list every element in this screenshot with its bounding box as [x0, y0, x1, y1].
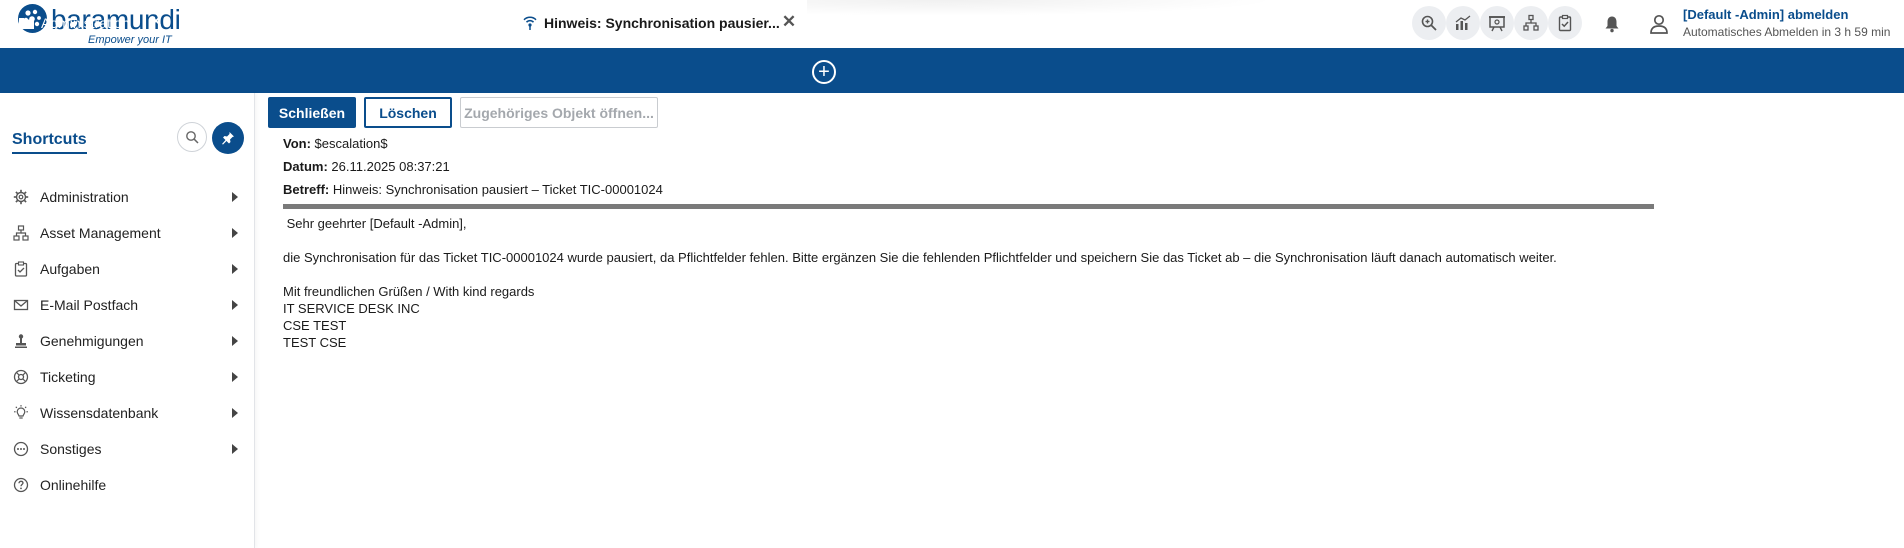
org-chart-icon[interactable] — [1514, 6, 1548, 40]
header-tool-icons — [1412, 6, 1582, 40]
sidebar-item-label: Aufgaben — [40, 261, 100, 277]
clipboard-check-icon[interactable] — [1548, 6, 1582, 40]
stamp-icon — [13, 333, 29, 349]
sidebar-item-administration[interactable]: Administration — [0, 179, 255, 215]
date-value: 26.11.2025 08:37:21 — [331, 159, 450, 174]
help-icon — [13, 477, 29, 493]
message-from: Von: $escalation$ — [283, 136, 388, 151]
tab-benachrichtigungen[interactable]: Benachrichtigungen ✕ — [300, 0, 507, 45]
more-icon — [13, 441, 29, 457]
shortcuts-title[interactable]: Shortcuts — [12, 131, 87, 154]
zoom-search-icon[interactable] — [1412, 6, 1446, 40]
sidebar-item-label: Administration — [40, 189, 129, 205]
pin-icon[interactable] — [212, 122, 244, 154]
message-subject: Betreff: Hinweis: Synchronisation pausie… — [283, 182, 663, 197]
tab-label: Tickets — [213, 14, 257, 31]
logout-link[interactable]: [Default -Admin] abmelden — [1683, 7, 1848, 22]
sidebar-item-label: Asset Management — [40, 225, 161, 241]
tab-label: Hinweis: Synchronisation pausier... — [544, 14, 780, 31]
close-tab-icon[interactable]: ✕ — [781, 13, 797, 30]
sidebar-item-label: Sonstiges — [40, 441, 102, 457]
tab-tickets[interactable]: Tickets ✕ — [172, 0, 300, 45]
sidebar-item-label: Onlinehilfe — [40, 477, 107, 493]
subject-label: Betreff: — [283, 182, 330, 197]
message-date: Datum: 26.11.2025 08:37:21 — [283, 159, 450, 174]
message-greeting: Sehr geehrter [Default -Admin], — [283, 216, 467, 231]
sidebar-item-sonstiges[interactable]: Sonstiges — [0, 431, 255, 467]
chevron-right-icon — [232, 336, 238, 346]
bell-icon — [318, 16, 331, 30]
lightbulb-icon — [13, 405, 29, 421]
open-related-object-button[interactable]: Zugehöriges Objekt öffnen... — [460, 97, 658, 128]
sidebar-item-wissensdatenbank[interactable]: Wissensdatenbank — [0, 395, 255, 431]
signature-line: CSE TEST — [283, 318, 347, 333]
close-tab-icon[interactable]: ✕ — [480, 13, 496, 30]
auto-logout-timer: Automatisches Abmelden in 3 h 59 min — [1683, 25, 1891, 39]
sidebar-item-asset-management[interactable]: Asset Management — [0, 215, 255, 251]
sidebar-item-onlinehilfe[interactable]: Onlinehilfe — [0, 467, 255, 503]
close-button[interactable]: Schließen — [268, 97, 356, 128]
sidebar-item-label: Genehmigungen — [40, 333, 144, 349]
chart-icon[interactable] — [1446, 6, 1480, 40]
shortcuts-sidebar: Shortcuts Administration Asset Managemen… — [0, 93, 255, 548]
header-divider — [283, 204, 1654, 209]
date-label: Datum: — [283, 159, 328, 174]
message-body: die Synchronisation für das Ticket TIC-0… — [283, 250, 1557, 265]
subject-value: Hinweis: Synchronisation pausiert – Tick… — [332, 182, 663, 197]
signature-line: TEST CSE — [283, 335, 347, 350]
sidebar-item-label: Ticketing — [40, 369, 96, 385]
sidebar-item-label: Wissensdatenbank — [40, 405, 159, 421]
tab-bar — [0, 48, 1904, 93]
add-tab-button[interactable]: + — [812, 60, 836, 84]
delete-button[interactable]: Löschen — [364, 97, 452, 128]
search-icon[interactable] — [177, 122, 207, 152]
tab-administration[interactable]: Administration ✕ — [0, 0, 172, 45]
from-value: $escalation$ — [314, 136, 388, 151]
presentation-icon[interactable] — [1480, 6, 1514, 40]
sidebar-item-email-postfach[interactable]: E-Mail Postfach — [0, 287, 255, 323]
signature-line: IT SERVICE DESK INC — [283, 301, 420, 316]
chevron-right-icon — [232, 372, 238, 382]
chevron-right-icon — [232, 264, 238, 274]
tab-label: Administration — [41, 14, 130, 31]
close-tab-icon[interactable]: ✕ — [275, 13, 291, 30]
chevron-right-icon — [232, 408, 238, 418]
signature-line: Mit freundlichen Grüßen / With kind rega… — [283, 284, 535, 299]
gear-icon — [13, 189, 29, 205]
clipboard-icon — [13, 261, 29, 277]
ticket-icon — [13, 369, 29, 385]
notification-bell-icon[interactable] — [1598, 10, 1626, 38]
chevron-right-icon — [232, 444, 238, 454]
tab-label: Benachrichtigungen — [337, 14, 461, 31]
chevron-right-icon — [232, 300, 238, 310]
from-label: Von: — [283, 136, 311, 151]
sidebar-item-ticketing[interactable]: Ticketing — [0, 359, 255, 395]
mail-icon — [13, 297, 29, 313]
close-tab-icon[interactable]: ✕ — [148, 13, 164, 30]
sidebar-item-label: E-Mail Postfach — [40, 297, 139, 313]
sidebar-item-aufgaben[interactable]: Aufgaben — [0, 251, 255, 287]
broadcast-icon — [522, 16, 538, 30]
user-avatar-icon[interactable] — [1644, 9, 1674, 39]
folder-icon — [191, 16, 207, 30]
sidebar-item-genehmigungen[interactable]: Genehmigungen — [0, 323, 255, 359]
chevron-right-icon — [232, 228, 238, 238]
hierarchy-icon — [13, 225, 29, 241]
folder-icon — [19, 16, 35, 30]
tab-hinweis-synchronisation[interactable]: Hinweis: Synchronisation pausier... ✕ — [507, 0, 807, 45]
chevron-right-icon — [232, 192, 238, 202]
